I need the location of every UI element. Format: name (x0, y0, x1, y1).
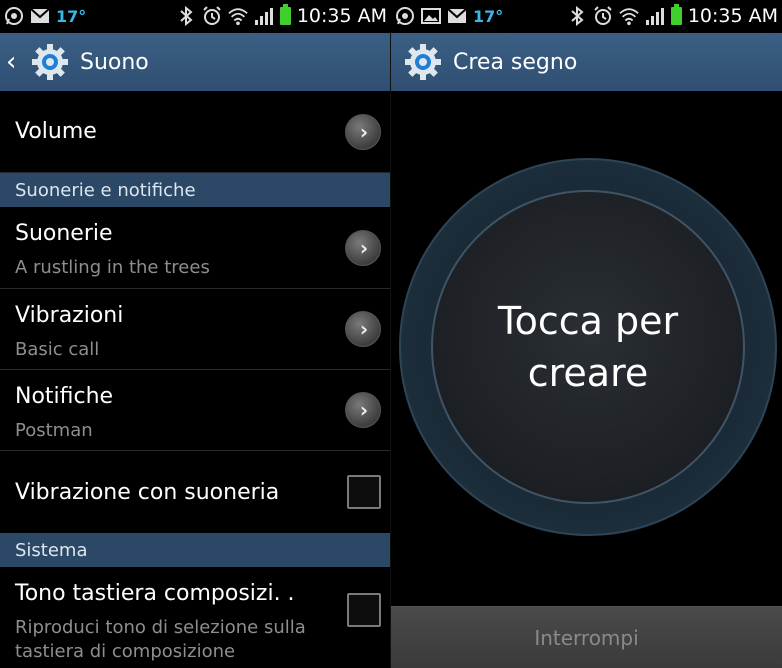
battery-icon (670, 4, 682, 25)
page-title: Suono (80, 49, 149, 75)
status-bar: 17° 10:35 AM (391, 0, 782, 33)
wifi-icon (228, 6, 248, 26)
list-item-volume[interactable]: Volume › (0, 91, 391, 173)
back-arrow-icon[interactable]: ‹ (6, 47, 22, 77)
list-item-subtitle: Basic call (15, 339, 100, 360)
gmail-icon (30, 6, 50, 26)
wifi-icon (619, 6, 639, 26)
tap-to-create-button[interactable]: Tocca per creare (431, 190, 745, 504)
temperature: 17° (56, 6, 87, 26)
vibrate-ring-checkbox[interactable] (347, 475, 381, 509)
signal-icon (254, 6, 274, 26)
list-item-subtitle: Postman (15, 420, 93, 441)
action-bar: ‹ Suono (0, 33, 391, 91)
list-item-vibrate-with-ring[interactable]: Vibrazione con suoneria (0, 451, 391, 533)
clock: 10:35 AM (296, 5, 387, 27)
list-item-title: Suonerie (15, 221, 113, 246)
clock: 10:35 AM (687, 5, 778, 27)
signal-icon (645, 6, 665, 26)
dial-tone-checkbox[interactable] (347, 593, 381, 627)
action-bar: Crea segno (391, 33, 782, 91)
tap-label-line-2: creare (527, 351, 649, 395)
list-item-notifications[interactable]: Notifiche Postman › (0, 370, 391, 451)
list-item-ringtones[interactable]: Suonerie A rustling in the trees › (0, 207, 391, 289)
chevron-right-icon: › (345, 392, 381, 428)
whatsapp-icon (4, 6, 24, 26)
gear-icon (403, 42, 443, 82)
list-item-vibrations[interactable]: Vibrazioni Basic call › (0, 289, 391, 370)
temperature: 17° (473, 6, 504, 26)
chevron-right-icon: › (345, 230, 381, 266)
list-item-title: Tono tastiera composizi. . (15, 581, 295, 606)
gallery-icon (421, 6, 441, 26)
create-pattern-screen: 17° 10:35 AM Crea segno Tocca per creare… (391, 0, 782, 668)
bluetooth-icon (567, 6, 587, 26)
stop-button[interactable]: Interrompi (391, 606, 782, 668)
page-title: Crea segno (453, 49, 578, 75)
section-header-label: Suonerie e notifiche (15, 179, 196, 201)
gmail-icon (447, 6, 467, 26)
list-item-title: Notifiche (15, 384, 114, 409)
chevron-right-icon: › (345, 114, 381, 150)
chevron-right-icon: › (345, 311, 381, 347)
alarm-icon (202, 6, 222, 26)
list-item-subtitle: Riproduci tono di selezione sulla (15, 617, 306, 638)
battery-icon (279, 4, 291, 25)
list-item-title: Vibrazioni (15, 303, 124, 328)
list-item-subtitle: A rustling in the trees (15, 257, 210, 278)
tap-to-create-label: Tocca per creare (468, 295, 708, 399)
whatsapp-icon (395, 6, 415, 26)
bluetooth-icon (176, 6, 196, 26)
alarm-icon (593, 6, 613, 26)
tap-label-line-1: Tocca per (497, 299, 679, 343)
section-header-label: Sistema (15, 539, 88, 561)
list-item-subtitle-2: tastiera di composizione (15, 641, 236, 662)
list-item-title: Vibrazione con suoneria (15, 480, 280, 505)
settings-list: Volume › Suonerie e notifiche Suonerie A… (0, 91, 391, 667)
gear-icon[interactable] (30, 42, 70, 82)
section-header-ringtones: Suonerie e notifiche (0, 173, 391, 207)
status-bar: 17° 10:35 AM (0, 0, 391, 33)
section-header-system: Sistema (0, 533, 391, 567)
stop-button-label: Interrompi (534, 626, 639, 650)
list-item-dial-tone[interactable]: Tono tastiera composizi. . Riproduci ton… (0, 567, 391, 667)
sound-settings-screen: 17° 10:35 AM ‹ Suono Volume › Suonerie e… (0, 0, 391, 668)
list-item-title: Volume (15, 119, 97, 144)
